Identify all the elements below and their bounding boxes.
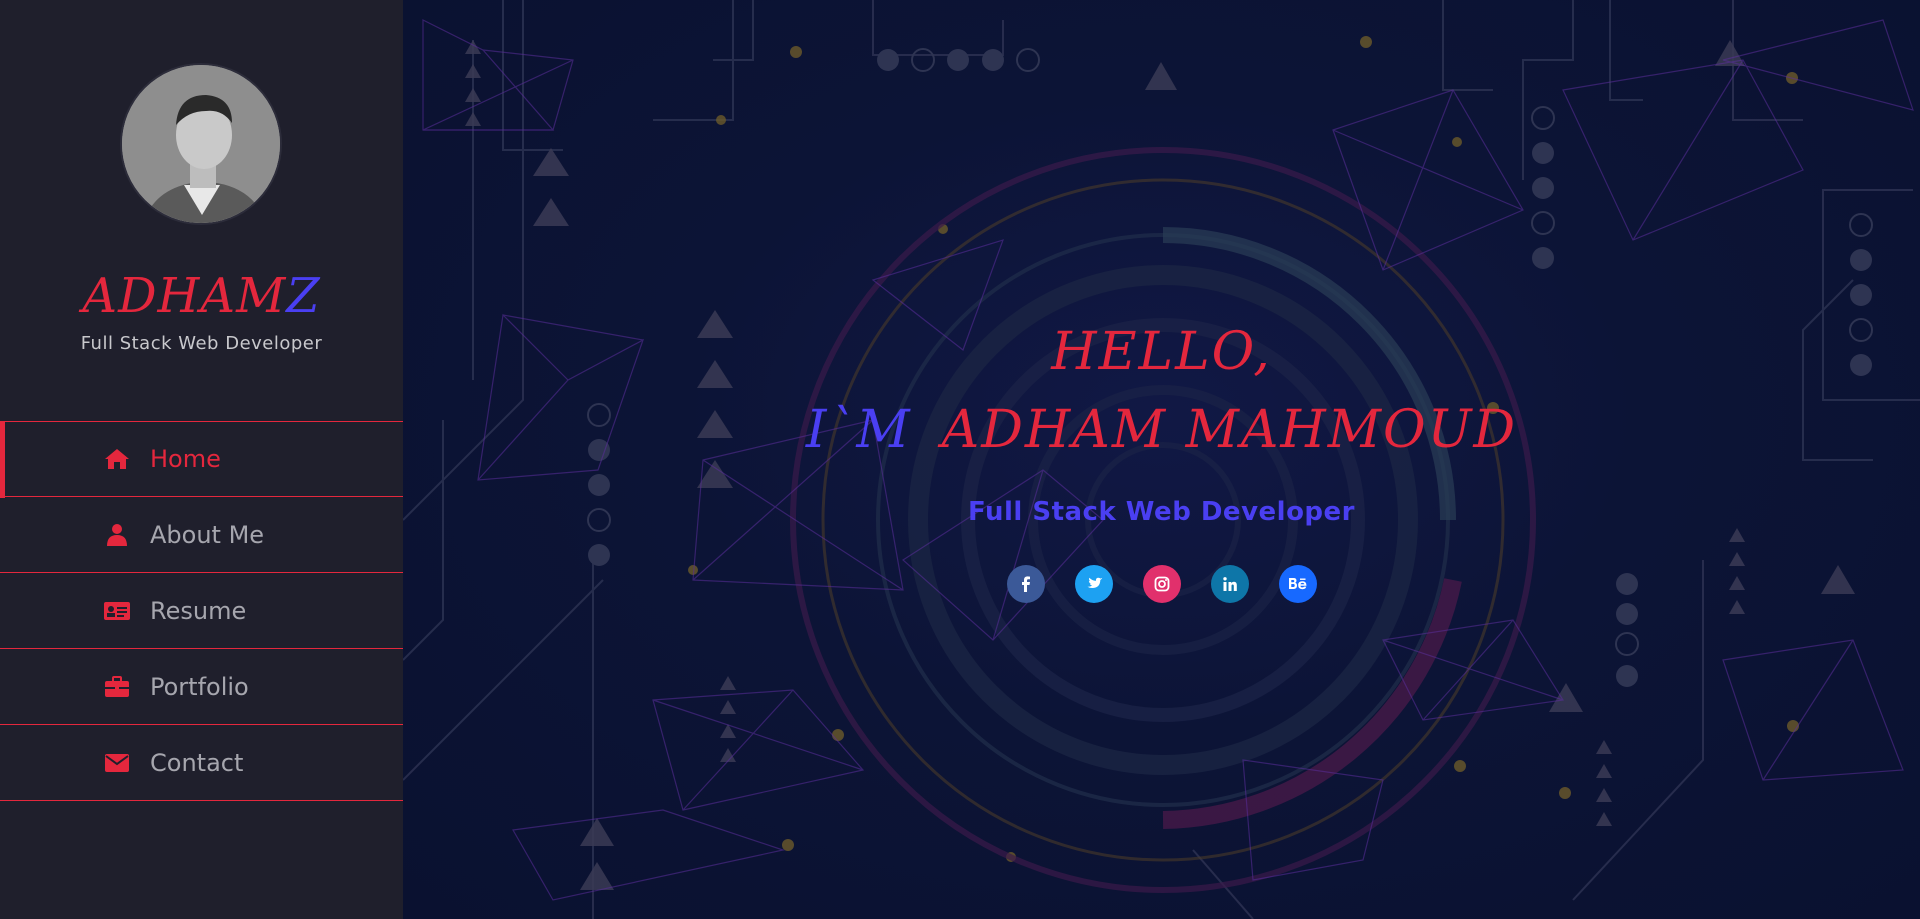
nav-label: Home [150,445,221,473]
nav-item-home[interactable]: Home [0,421,403,498]
nav-item-resume[interactable]: Resume [0,573,403,649]
logo-text-red: ADHAM [82,268,287,324]
home-icon [102,446,132,472]
hero-name-line: I`M ADHAM MAHMOUD [403,400,1920,460]
social-links [403,565,1920,603]
nav-label: Resume [150,596,247,625]
facebook-icon [1021,576,1030,592]
user-icon [102,522,132,548]
avatar [120,63,282,225]
linkedin-link[interactable] [1210,565,1249,603]
logo-text-blue: Z [286,268,321,324]
envelope-icon [102,750,132,776]
hero-role: Full Stack Web Developer [968,497,1355,527]
linkedin-icon [1222,577,1237,591]
hero-name: ADHAM MAHMOUD [941,400,1518,460]
twitter-icon [1087,577,1102,588]
instagram-icon [1154,576,1169,592]
sidebar: ADHAMZ Full Stack Web Developer Home Abo… [0,0,403,919]
behance-link[interactable] [1278,565,1317,603]
nav-item-about[interactable]: About Me [0,497,403,573]
site-logo[interactable]: ADHAMZ [0,268,403,324]
nav-label: Portfolio [150,672,249,701]
facebook-link[interactable] [1006,565,1045,603]
hero-greeting: HELLO, [1051,322,1272,382]
nav-label: Contact [150,748,244,777]
behance-icon [1288,578,1306,590]
nav-label: About Me [150,520,265,549]
instagram-link[interactable] [1142,565,1181,603]
main-nav: Home About Me Resume Portfolio Contact [0,421,403,801]
nav-item-portfolio[interactable]: Portfolio [0,649,403,725]
briefcase-icon [102,674,132,700]
twitter-link[interactable] [1074,565,1113,603]
hero-section: HELLO, I`M ADHAM MAHMOUD Full Stack Web D… [403,0,1920,919]
hero-im: I`M [805,400,912,460]
sidebar-subtitle: Full Stack Web Developer [80,333,323,354]
profile-photo [122,65,280,223]
nav-item-contact[interactable]: Contact [0,725,403,801]
id-card-icon [102,598,132,624]
